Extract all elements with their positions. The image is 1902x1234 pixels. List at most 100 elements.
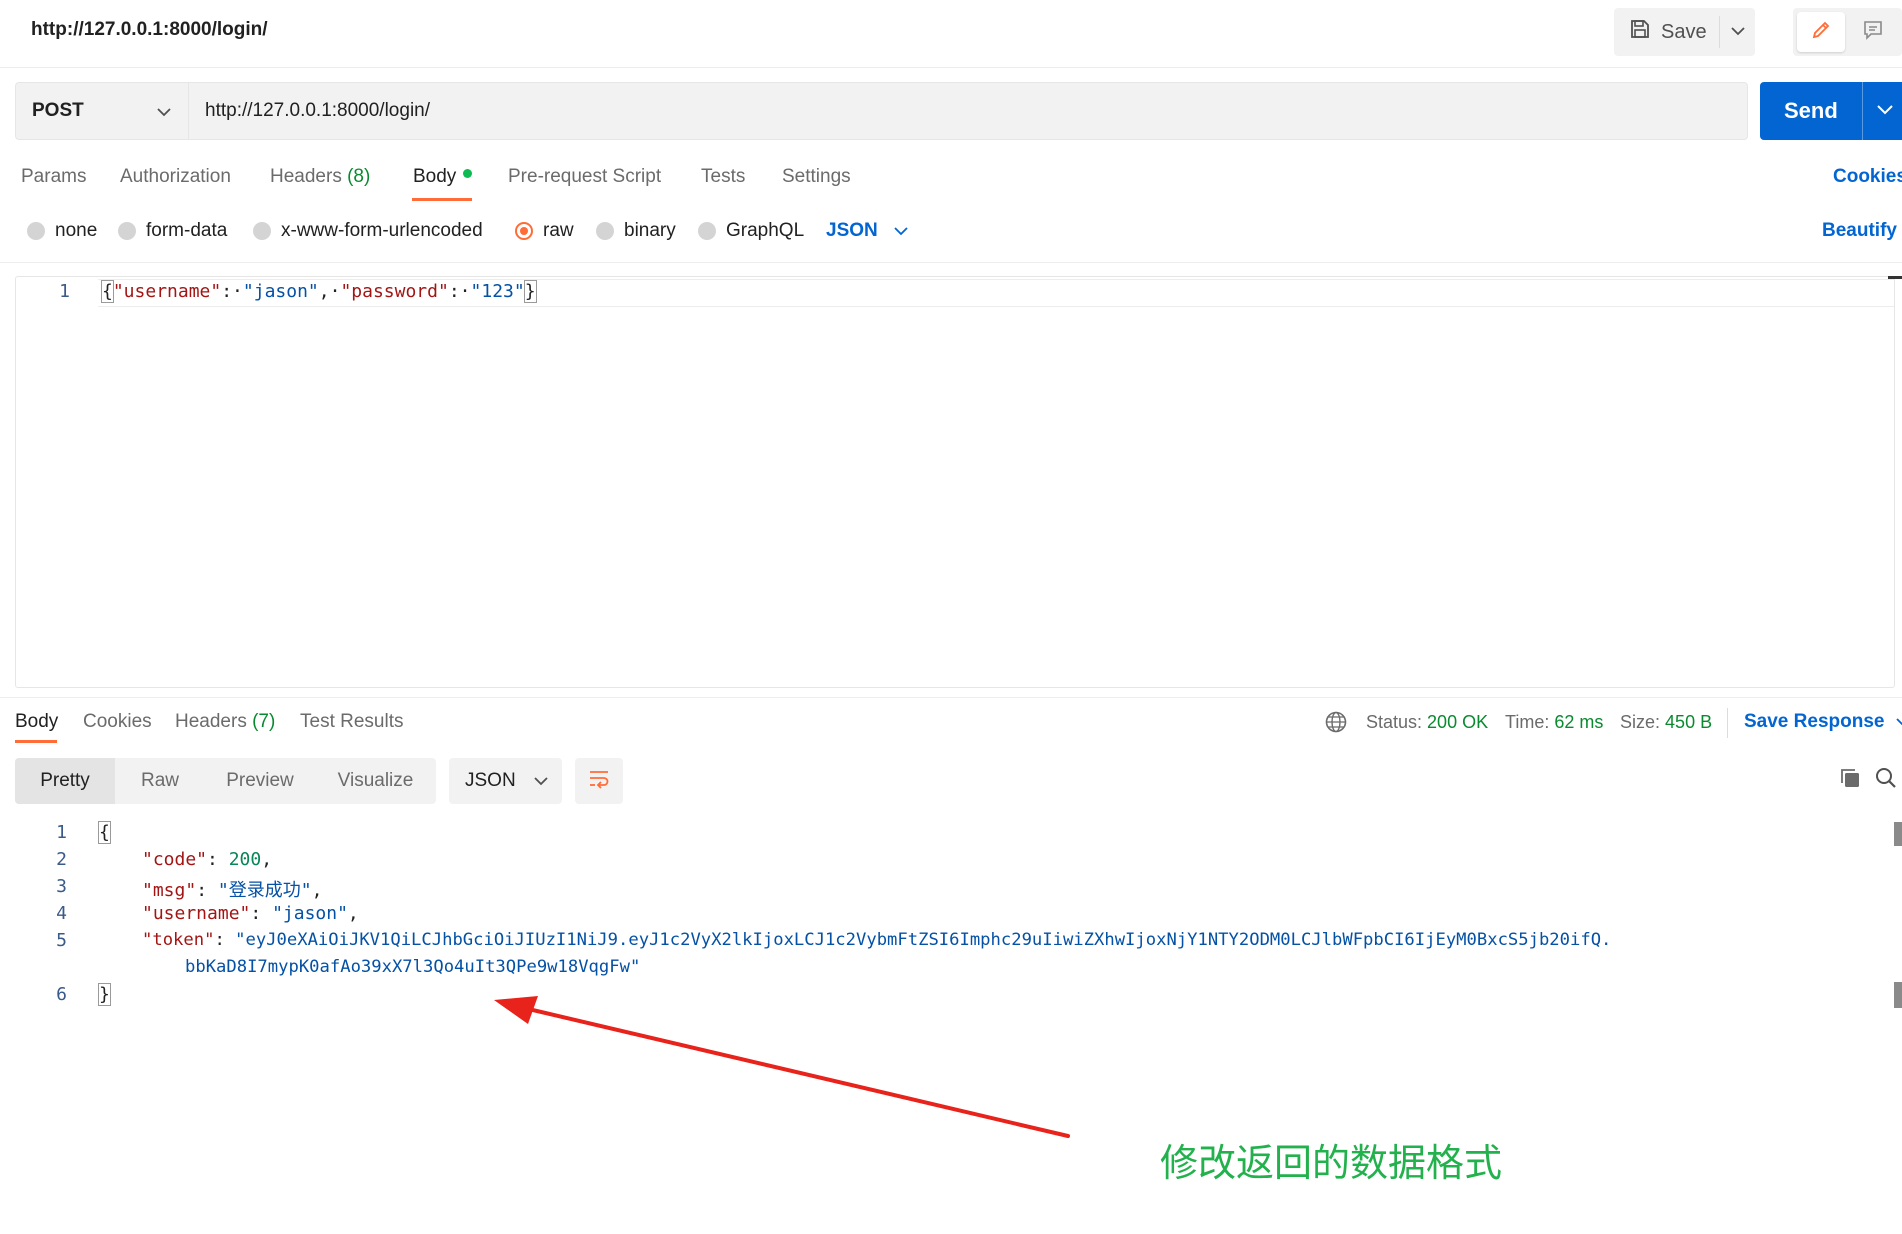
body-language-select[interactable]: JSON — [826, 220, 908, 242]
request-body-line: {"username":·"jason",·"password":·"123"} — [101, 280, 537, 303]
view-mode-pretty[interactable]: Pretty — [15, 758, 115, 804]
radio-none[interactable]: none — [27, 220, 97, 242]
tab-authorization[interactable]: Authorization — [120, 166, 231, 188]
radio-none-label: none — [55, 220, 98, 241]
annotation-arrow — [494, 996, 1070, 1138]
json-key: "msg" — [142, 880, 197, 901]
save-options-button[interactable] — [1720, 8, 1755, 56]
radio-dot — [596, 222, 614, 240]
tab-tests[interactable]: Tests — [701, 166, 745, 188]
chevron-down-icon — [1730, 23, 1745, 41]
response-tab-body[interactable]: Body — [15, 711, 58, 733]
json-line: bbKaD8I7mypK0afAo39xX7l3Qo4uIt3QPe9w18Vq… — [185, 957, 640, 977]
status-label: Status: — [1366, 712, 1423, 732]
radio-graphql[interactable]: GraphQL — [698, 220, 804, 242]
response-tab-test-results[interactable]: Test Results — [300, 711, 403, 733]
request-body-editor[interactable]: 1 {"username":·"jason",·"password":·"123… — [15, 276, 1895, 688]
save-response-button[interactable]: Save Response — [1744, 711, 1902, 733]
time-readout: Time: 62 ms — [1505, 712, 1603, 733]
time-label: Time: — [1505, 712, 1550, 732]
scrollbar-thumb[interactable] — [1894, 982, 1902, 1008]
search-icon[interactable] — [1874, 766, 1898, 795]
divider — [0, 262, 1902, 263]
beautify-button[interactable]: Beautify — [1822, 220, 1897, 242]
method-select[interactable]: POST — [15, 82, 188, 140]
response-format-select[interactable]: JSON — [449, 758, 562, 804]
globe-icon[interactable] — [1324, 710, 1348, 739]
request-title[interactable]: http://127.0.0.1:8000/login/ — [31, 19, 268, 41]
chevron-down-icon — [894, 220, 908, 242]
save-response-label: Save Response — [1744, 711, 1885, 732]
title-bar: http://127.0.0.1:8000/login/ Save — [0, 0, 1902, 68]
save-group: Save — [1614, 8, 1755, 56]
brace: } — [98, 983, 111, 1006]
radio-graphql-label: GraphQL — [726, 220, 805, 241]
json-key: "code" — [142, 849, 208, 870]
radio-binary[interactable]: binary — [596, 220, 676, 242]
pencil-icon — [1810, 19, 1832, 46]
status-readout: Status: 200 OK — [1366, 712, 1488, 733]
response-tab-headers-count: (7) — [252, 711, 276, 732]
active-tab-underline — [412, 198, 472, 201]
wrap-lines-icon — [587, 768, 611, 795]
radio-raw-label: raw — [543, 220, 574, 241]
tab-body[interactable]: Body — [413, 166, 473, 188]
view-mode-preview[interactable]: Preview — [205, 758, 315, 804]
cookies-link[interactable]: Cookies — [1833, 166, 1902, 188]
edit-view-button[interactable] — [1797, 12, 1845, 52]
json-value: "登录成功" — [217, 880, 312, 901]
tab-params[interactable]: Params — [21, 166, 86, 188]
status-value: 200 OK — [1427, 712, 1489, 732]
comments-button[interactable] — [1849, 12, 1897, 52]
tab-settings[interactable]: Settings — [782, 166, 851, 188]
tab-headers-count: (8) — [347, 166, 371, 187]
json-value: "eyJ0eXAiOiJKV1QiLCJhbGciOiJIUzI1NiJ9.ey… — [235, 930, 1612, 950]
view-toggle — [1793, 8, 1902, 56]
brace: } — [523, 280, 537, 303]
response-tab-headers[interactable]: Headers (7) — [175, 711, 275, 733]
view-mode-visualize[interactable]: Visualize — [315, 758, 436, 804]
json-line: "token": "eyJ0eXAiOiJKV1QiLCJhbGciOiJIUz… — [142, 930, 1612, 950]
chevron-down-icon — [1896, 711, 1902, 733]
tab-pre-request-script[interactable]: Pre-request Script — [508, 166, 661, 188]
json-key: "username" — [112, 281, 222, 302]
copy-icon[interactable] — [1838, 766, 1862, 795]
brace: { — [98, 821, 111, 844]
json-line: { — [98, 821, 111, 844]
save-icon — [1629, 18, 1651, 46]
brace: { — [101, 280, 114, 303]
method-value: POST — [32, 100, 84, 121]
url-input[interactable]: http://127.0.0.1:8000/login/ — [188, 82, 1748, 140]
size-readout: Size: 450 B — [1620, 712, 1712, 733]
wrap-lines-button[interactable] — [575, 758, 623, 804]
editor-scrollbar[interactable] — [1888, 276, 1902, 279]
line-number: 6 — [56, 984, 67, 1005]
response-view-modes: Pretty Raw Preview Visualize — [15, 758, 436, 804]
save-button[interactable]: Save — [1614, 8, 1719, 56]
tab-headers[interactable]: Headers (8) — [270, 166, 370, 188]
json-line: } — [98, 983, 111, 1006]
json-line: "code": 200, — [142, 849, 273, 870]
json-key: "password" — [340, 281, 449, 302]
radio-dot-selected — [515, 222, 533, 240]
radio-x-www-form-urlencoded[interactable]: x-www-form-urlencoded — [253, 220, 483, 242]
size-label: Size: — [1620, 712, 1661, 732]
radio-binary-label: binary — [624, 220, 676, 241]
radio-raw[interactable]: raw — [515, 220, 574, 242]
json-key: "username" — [142, 903, 251, 924]
send-divider — [1862, 82, 1863, 140]
line-number: 5 — [56, 930, 67, 951]
view-mode-raw[interactable]: Raw — [115, 758, 205, 804]
comment-icon — [1862, 19, 1884, 46]
line-number: 3 — [56, 876, 67, 897]
scrollbar-thumb[interactable] — [1894, 822, 1902, 846]
response-format-value: JSON — [465, 770, 516, 791]
chevron-down-icon[interactable] — [1876, 102, 1894, 121]
active-tab-underline — [15, 740, 57, 743]
send-button[interactable]: Send — [1760, 82, 1902, 140]
send-label: Send — [1784, 98, 1838, 123]
response-tab-cookies[interactable]: Cookies — [83, 711, 152, 733]
radio-form-data[interactable]: form-data — [118, 220, 227, 242]
radio-dot — [27, 222, 45, 240]
radio-dot — [698, 222, 716, 240]
